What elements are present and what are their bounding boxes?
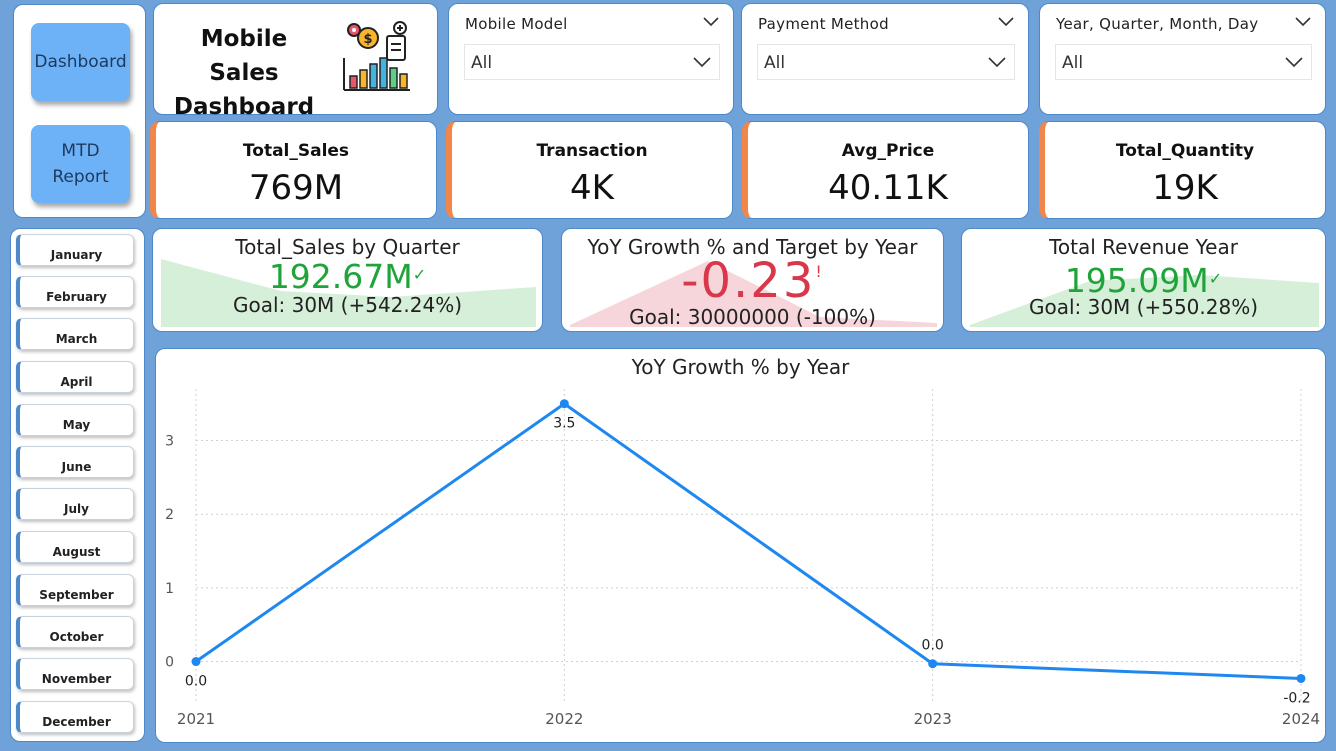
dropdown-value: All [1062, 53, 1084, 73]
sales-by-quarter-kpi: Total_Sales by Quarter 192.67M✓ Goal: 30… [152, 228, 543, 332]
payment-method-slicer: Payment Method All [741, 3, 1029, 115]
data-label: 3.5 [553, 416, 575, 432]
y-tick-label: 0 [165, 655, 174, 671]
kpi-label: Transaction [536, 141, 648, 161]
total-quantity-card: Total_Quantity 19K [1039, 121, 1326, 219]
month-button-december[interactable]: December [16, 701, 134, 733]
data-label: 0.0 [185, 674, 207, 690]
warning-icon: ! [815, 262, 824, 281]
chevron-down-icon[interactable] [703, 16, 719, 28]
transaction-card: Transaction 4K [446, 121, 733, 219]
kpi-label: Total_Sales [242, 141, 350, 161]
month-button-march[interactable]: March [16, 318, 134, 350]
y-tick-label: 3 [165, 434, 174, 450]
kpi-value: 769M [248, 168, 344, 208]
date-dropdown[interactable]: All [1055, 44, 1312, 80]
payment-method-dropdown[interactable]: All [757, 44, 1015, 80]
avg-price-card: Avg_Price 40.11K [742, 121, 1029, 219]
check-icon: ✓ [412, 265, 427, 284]
slicer-title: Year, Quarter, Month, Day [1056, 15, 1259, 33]
chevron-down-icon [988, 57, 1006, 68]
x-tick-label: 2023 [914, 710, 952, 728]
data-point [928, 659, 938, 669]
month-button-may[interactable]: May [16, 404, 134, 436]
month-button-april[interactable]: April [16, 361, 134, 393]
month-button-september[interactable]: September [16, 574, 134, 606]
dropdown-value: All [764, 53, 786, 73]
kpi-number: -0.23 [681, 253, 816, 309]
data-point [559, 399, 569, 409]
x-tick-label: 2022 [545, 710, 583, 728]
month-button-june[interactable]: June [16, 446, 134, 478]
kpi-value: -0.23! [562, 253, 943, 309]
svg-text:$: $ [363, 32, 372, 47]
dashboard-button[interactable]: Dashboard [31, 23, 130, 101]
kpi-label: Avg_Price [841, 141, 935, 161]
chevron-down-icon [693, 57, 711, 68]
kpi-value: 192.67M✓ [153, 257, 542, 296]
kpi-value: 4K [570, 168, 614, 208]
sales-chart-icon: $ [343, 21, 410, 91]
slicer-title: Mobile Model [465, 15, 568, 33]
page-title: Mobile Sales Dashboard [173, 26, 315, 120]
chart-title: YoY Growth % by Year [631, 355, 850, 379]
yoy-growth-target-kpi: YoY Growth % and Target by Year -0.23! G… [561, 228, 944, 332]
month-button-august[interactable]: August [16, 531, 134, 563]
month-button-february[interactable]: February [16, 276, 134, 308]
check-icon: ✓ [1208, 269, 1223, 288]
data-label: -0.2 [1283, 690, 1310, 706]
month-button-november[interactable]: November [16, 658, 134, 690]
kpi-value: 40.11K [828, 168, 948, 208]
navigation-panel: Dashboard MTD Report [13, 4, 146, 218]
mobile-model-dropdown[interactable]: All [464, 44, 720, 80]
data-point [1296, 673, 1306, 683]
kpi-title: Total_Sales by Quarter [235, 235, 460, 259]
title-card: Mobile Sales Dashboard $ [153, 3, 438, 120]
kpi-number: 192.67M [268, 257, 413, 296]
y-tick-label: 2 [165, 507, 174, 523]
chevron-down-icon[interactable] [1295, 16, 1311, 28]
chevron-down-icon [1285, 57, 1303, 68]
dropdown-value: All [471, 53, 493, 73]
month-button-october[interactable]: October [16, 616, 134, 648]
month-button-january[interactable]: January [16, 234, 134, 266]
kpi-goal: Goal: 30M (+550.28%) [1028, 295, 1259, 319]
mobile-model-slicer: Mobile Model All [448, 3, 734, 115]
data-label: 0.0 [922, 638, 944, 654]
data-point [191, 657, 201, 667]
yoy-growth-line-chart: 0 1 2 3 2021 2022 2023 2024 0.0 3.5 0.0 -0.2 YoY Gr… [155, 348, 1326, 743]
mtd-report-button[interactable]: MTD Report [31, 125, 130, 203]
month-slicer: January February March April May June Ju… [10, 228, 145, 742]
slicer-title: Payment Method [758, 15, 889, 33]
x-tick-label: 2021 [177, 710, 215, 728]
kpi-value: 19K [1152, 168, 1218, 208]
x-tick-label: 2024 [1282, 710, 1320, 728]
line-chart-canvas: 0 1 2 3 2021 2022 2023 2024 0.0 3.5 0.0 -0.2 [165, 389, 1320, 728]
kpi-goal: Goal: 30M (+542.24%) [232, 293, 463, 317]
y-tick-label: 1 [165, 581, 174, 597]
kpi-label: Total_Quantity [1115, 141, 1255, 161]
kpi-title: Total Revenue Year [1049, 235, 1238, 259]
month-button-july[interactable]: July [16, 488, 134, 520]
chevron-down-icon[interactable] [998, 16, 1014, 28]
kpi-goal: Goal: 30000000 (-100%) [629, 305, 876, 329]
total-sales-card: Total_Sales 769M [150, 121, 437, 219]
total-revenue-year-kpi: Total Revenue Year 195.09M✓ Goal: 30M (+… [961, 228, 1326, 332]
date-hierarchy-slicer: Year, Quarter, Month, Day All [1039, 3, 1326, 115]
series-line [195, 402, 1302, 680]
